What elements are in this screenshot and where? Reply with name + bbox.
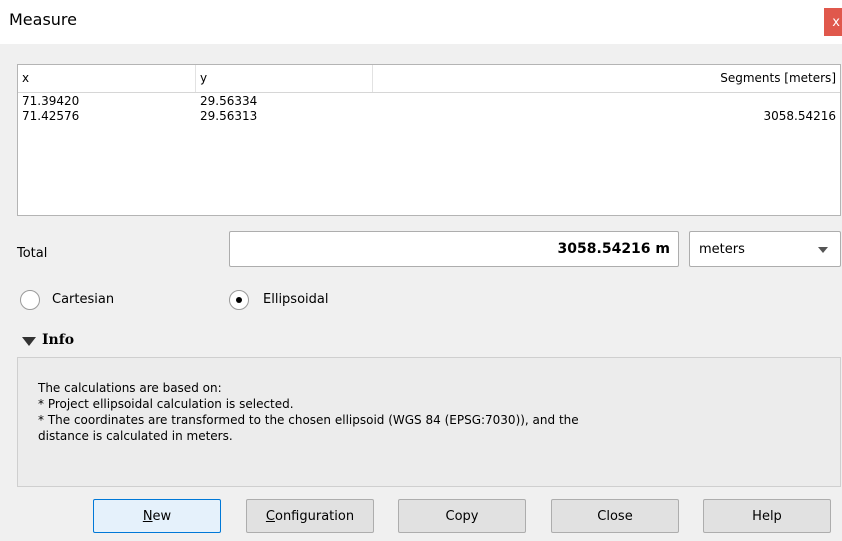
title-bar: Measure x [0,0,842,44]
close-icon: x [832,14,840,30]
cell-x: 71.42576 [22,109,80,123]
radio-selected-dot-icon [236,297,242,303]
configuration-mnemonic: C [265,508,275,524]
close-button[interactable]: Close [551,499,679,533]
column-header-x[interactable]: x [18,65,196,92]
column-header-segments[interactable]: Segments [meters] [373,65,839,92]
info-panel: The calculations are based on: * Project… [17,357,841,487]
column-header-y[interactable]: y [196,65,373,92]
info-line: The calculations are based on: [38,381,222,395]
table-row[interactable]: 71.42576 29.56313 3058.54216 [18,109,840,124]
configuration-label-rest: onfiguration [274,508,355,524]
window-close-button[interactable]: x [824,8,842,36]
configuration-button[interactable]: Configuration [246,499,374,533]
info-line: * The coordinates are transformed to the… [38,413,579,427]
ellipsoidal-radio[interactable] [229,290,249,310]
new-mnemonic: N [142,508,153,524]
cell-y: 29.56334 [200,94,258,108]
cell-x: 71.39420 [22,94,80,108]
table-header: x y Segments [meters] [18,65,840,93]
info-line: distance is calculated in meters. [38,429,233,443]
segments-table[interactable]: x y Segments [meters] 71.39420 29.56334 … [17,64,841,216]
cartesian-radio[interactable] [20,290,40,310]
ellipsoidal-label[interactable]: Ellipsoidal [263,292,328,307]
copy-button[interactable]: Copy [398,499,526,533]
collapse-triangle-icon[interactable] [22,337,36,346]
window-title: Measure [9,10,77,29]
cartesian-label[interactable]: Cartesian [52,292,114,307]
units-dropdown[interactable]: meters [689,231,841,267]
info-section-title[interactable]: Info [42,332,74,348]
cell-segment: 3058.54216 [763,109,836,123]
info-line: * Project ellipsoidal calculation is sel… [38,397,294,411]
help-button[interactable]: Help [703,499,831,533]
new-label-rest: ew [152,508,172,524]
units-selected-value: meters [699,242,745,257]
table-row[interactable]: 71.39420 29.56334 [18,94,840,109]
total-field[interactable]: 3058.54216 m [229,231,679,267]
cell-y: 29.56313 [200,109,258,123]
total-label: Total [17,246,48,261]
chevron-down-icon [818,247,828,253]
new-button[interactable]: New [93,499,221,533]
